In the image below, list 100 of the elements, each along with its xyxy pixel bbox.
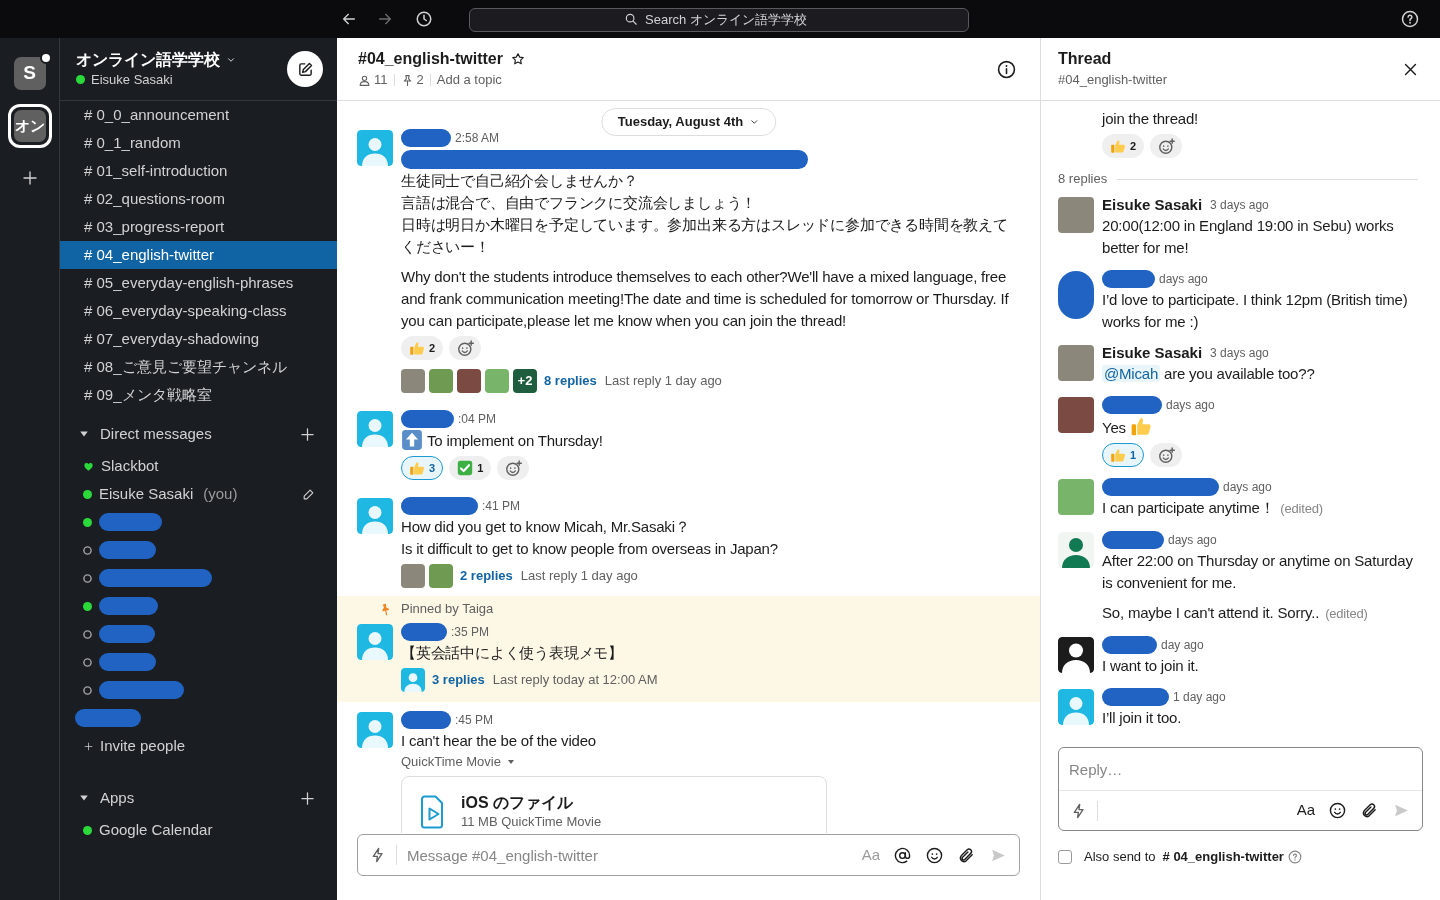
channel-item[interactable]: # 06_everyday-speaking-class	[60, 297, 337, 325]
add-topic-link[interactable]: Add a topic	[436, 71, 502, 89]
reaction-button[interactable]: 1	[449, 456, 492, 480]
caret-down-icon[interactable]	[506, 758, 515, 766]
author-name[interactable]: Eisuke Sasaki	[1102, 343, 1203, 363]
thread-replies-link[interactable]: 2 replies	[460, 566, 513, 586]
message-text: 【英会話中によく使う表現メモ】	[401, 643, 623, 663]
arrow-left-icon[interactable]	[341, 11, 357, 27]
plus-icon[interactable]	[300, 790, 315, 806]
section-header[interactable]: Apps	[100, 786, 135, 810]
pencil-icon[interactable]	[302, 487, 315, 501]
dm-item[interactable]: Eisuke Sasaki (you)	[83, 484, 238, 504]
mention-icon[interactable]	[894, 846, 911, 864]
add-reaction-button[interactable]	[497, 456, 530, 480]
compose-button[interactable]	[287, 51, 323, 87]
message-text: I want to join it.	[1102, 656, 1199, 676]
date-divider-button[interactable]: Tuesday, August 4th	[600, 108, 777, 136]
message-text: So, maybe I can't attend it. Sorry.. (edited)	[1102, 603, 1368, 623]
check-box-icon	[457, 460, 474, 476]
channel-item[interactable]: # 04_english-twitter	[60, 241, 337, 269]
message-text: After 22:00 on Thursday or anytime on Saturday is convenient for me.	[1102, 551, 1414, 593]
reaction-button[interactable]: 1	[1102, 443, 1145, 467]
timestamp[interactable]: 2:58 AM	[455, 128, 500, 148]
plus-icon[interactable]	[300, 426, 315, 442]
timestamp[interactable]: 3 days ago	[1210, 343, 1269, 363]
channel-item[interactable]: # 08_ご意見ご要望チャンネル	[60, 353, 337, 381]
pinned-count-button[interactable]: 2	[400, 71, 424, 89]
timestamp[interactable]: 1 day ago	[1173, 687, 1226, 707]
checkbox[interactable]	[1058, 850, 1072, 864]
add-reaction-button[interactable]	[449, 336, 482, 360]
channel-item[interactable]: # 07_everyday-shadowing	[60, 325, 337, 353]
timestamp[interactable]: 3 days ago	[1210, 195, 1269, 215]
heart-icon	[83, 460, 94, 472]
channel-item[interactable]: # 05_everyday-english-phrases	[60, 269, 337, 297]
timestamp[interactable]: :35 PM	[451, 622, 489, 642]
photo-placeholder	[485, 369, 509, 393]
channel-item[interactable]: # 03_progress-report	[60, 213, 337, 241]
workspace-menu-button[interactable]: オンライン語学学校	[76, 49, 236, 70]
channel-item[interactable]: # 0_1_random	[60, 129, 337, 157]
caret-down-icon[interactable]	[79, 429, 89, 439]
file-card[interactable]: iOS のファイル 11 MB QuickTime Movie	[401, 776, 827, 833]
channel-item[interactable]: # 09_メンタ戦略室	[60, 381, 337, 409]
add-reaction-button[interactable]	[1150, 443, 1183, 467]
channel-item[interactable]: # 0_0_announcement	[60, 101, 337, 129]
edited-label: (edited)	[1325, 606, 1368, 621]
thumbs-up-icon	[1129, 415, 1152, 437]
paperclip-icon[interactable]	[1361, 802, 1378, 819]
thread-replies-link[interactable]: 8 replies	[544, 371, 597, 391]
message-text: I’d love to participate. I think 12pm (British time) works for me :)	[1102, 290, 1409, 332]
clock-icon[interactable]	[415, 10, 433, 28]
search-field[interactable]: Search オンライン語学学校	[469, 7, 969, 32]
app-item[interactable]: Google Calendar	[83, 820, 213, 840]
timestamp[interactable]: day ago	[1161, 635, 1204, 655]
photo-placeholder	[1058, 479, 1094, 515]
file-name[interactable]: iOS のファイル	[461, 793, 602, 813]
channel-item[interactable]: # 02_questions-room	[60, 185, 337, 213]
plus-icon[interactable]	[21, 170, 38, 186]
thumbs-up-icon	[1110, 447, 1126, 463]
avatar-icon	[357, 130, 393, 166]
timestamp[interactable]: days ago	[1159, 269, 1208, 289]
reaction-button[interactable]: 2	[401, 336, 444, 360]
timestamp[interactable]: :04 PM	[458, 409, 496, 429]
format-button[interactable]: Aa	[1296, 799, 1315, 822]
add-reaction-button[interactable]	[1150, 134, 1183, 158]
dm-item[interactable]: Slackbot	[83, 456, 159, 476]
timestamp[interactable]: days ago	[1166, 395, 1215, 415]
photo-placeholder	[1058, 397, 1094, 433]
star-icon[interactable]	[510, 52, 525, 66]
user-name: Eisuke Sasaki	[91, 70, 173, 89]
timestamp[interactable]: :41 PM	[482, 496, 520, 516]
timestamp[interactable]: :45 PM	[455, 710, 493, 730]
invite-button[interactable]: Invite people	[84, 734, 186, 758]
lightning-icon[interactable]	[370, 847, 386, 863]
message-input[interactable]: Message #04_english-twitter	[407, 843, 862, 867]
paperclip-icon[interactable]	[958, 846, 975, 864]
reply-composer[interactable]: Reply… Aa	[1058, 747, 1423, 831]
arrow-right-icon[interactable]	[377, 11, 393, 27]
caret-down-icon[interactable]	[79, 793, 89, 803]
reply-count: 8 replies	[1058, 170, 1108, 189]
info-icon[interactable]	[997, 59, 1016, 79]
reaction-button[interactable]: 2	[1102, 134, 1145, 158]
mention-link[interactable]: @Micah	[1102, 365, 1161, 382]
channel-name[interactable]: #04_english-twitter	[358, 49, 503, 69]
emoji-icon[interactable]	[1329, 802, 1346, 819]
reaction-button[interactable]: 3	[401, 456, 444, 480]
channel-item[interactable]: # 01_self-introduction	[60, 157, 337, 185]
add-reaction-icon	[504, 459, 522, 477]
timestamp[interactable]: days ago	[1223, 477, 1272, 497]
thread-replies-link[interactable]: 3 replies	[432, 670, 485, 690]
message-text: Is it difficult to get to know people from overseas in Japan?	[401, 539, 778, 559]
add-reaction-icon	[1157, 446, 1175, 464]
lightning-icon[interactable]	[1071, 802, 1087, 819]
search-icon	[624, 12, 638, 26]
emoji-icon[interactable]	[926, 846, 943, 864]
reply-input[interactable]: Reply…	[1069, 757, 1412, 781]
member-count-button[interactable]: 11	[358, 71, 388, 89]
timestamp[interactable]: days ago	[1168, 530, 1217, 550]
section-header[interactable]: Direct messages	[100, 422, 212, 446]
workspace-button[interactable]: オン	[7, 104, 52, 148]
author-name[interactable]: Eisuke Sasaki	[1102, 195, 1203, 215]
